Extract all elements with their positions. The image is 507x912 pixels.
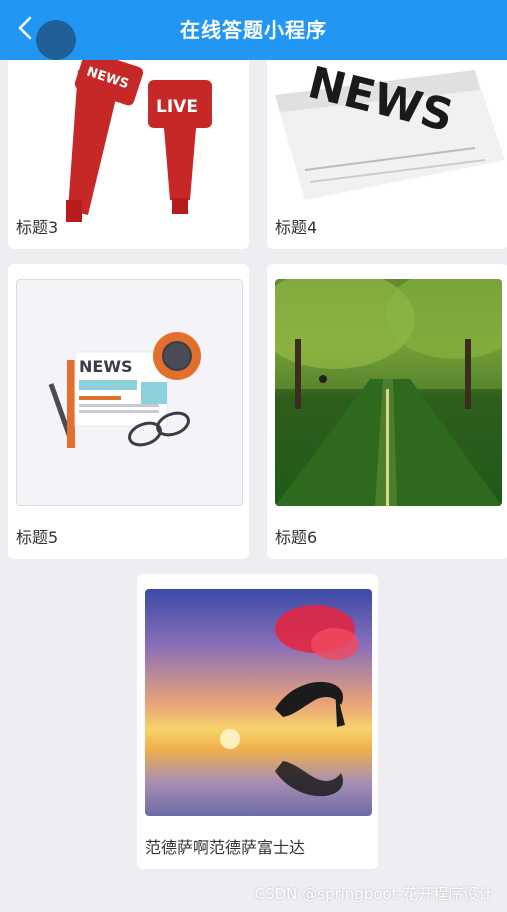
card-label: 标题5 <box>16 528 59 547</box>
newspaper-image: NEWS <box>275 57 505 200</box>
tree-road-image <box>275 279 502 506</box>
microphone-image: NEWS LIVE <box>8 50 249 230</box>
card-label: 标题4 <box>275 218 318 237</box>
card-label: 范德萨啊范德萨富士达 <box>145 838 306 857</box>
dolphin-sunset-image <box>145 589 372 816</box>
card-label: 标题3 <box>16 218 59 237</box>
flat-news-text: NEWS <box>79 357 133 376</box>
mic-live-text: LIVE <box>156 97 198 117</box>
page-title: 在线答题小程序 <box>180 18 327 42</box>
watermark: CSDN @springboot-花开程序设计 <box>254 885 493 903</box>
card-title6[interactable]: 标题6 <box>267 264 507 559</box>
nav-bar: 在线答题小程序 <box>0 0 507 60</box>
card-dolphin[interactable]: 范德萨啊范德萨富士达 <box>137 574 378 869</box>
news-flat-image: NEWS <box>16 279 243 506</box>
card-label: 标题6 <box>275 528 318 547</box>
card-title5[interactable]: NEWS 标题5 <box>8 264 249 559</box>
